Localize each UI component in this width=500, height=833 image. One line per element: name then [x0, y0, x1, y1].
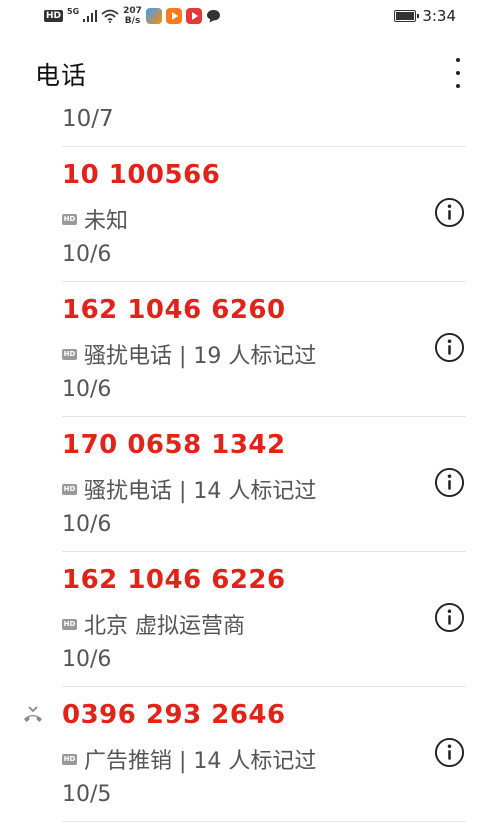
status-bar: HD 5G 207 B/s 3:34: [0, 0, 500, 34]
info-icon[interactable]: [434, 602, 465, 633]
call-label-text: 未知: [84, 209, 129, 234]
info-icon[interactable]: [434, 332, 465, 363]
hd-call-icon: HD: [62, 348, 77, 360]
call-label-text: 骚扰电话 | 14 人标记过: [84, 479, 317, 504]
speed-value: 207: [123, 6, 142, 16]
phone-number: 10 100566: [62, 160, 221, 190]
network-type: 5G: [67, 6, 80, 16]
status-right: 3:34: [394, 7, 456, 25]
call-date: 10/6: [62, 647, 112, 672]
call-label-text: 骚扰电话 | 19 人标记过: [84, 344, 317, 369]
info-icon[interactable]: [434, 467, 465, 498]
battery-icon: [394, 10, 420, 22]
more-dot-icon: [456, 71, 460, 75]
call-date: 10/6: [62, 377, 112, 402]
call-date: 10/6: [62, 242, 112, 267]
call-log-row[interactable]: 170 0658 1342 HD 骚扰电话 | 14 人标记过 10/6: [0, 417, 500, 552]
game-app-icon: [145, 8, 162, 24]
hd-call-icon: HD: [62, 753, 77, 765]
phone-number: 162 1046 6226: [62, 565, 286, 595]
call-date: 10/6: [62, 512, 112, 537]
call-log-row[interactable]: 10 100566 HD 未知 10/6: [0, 147, 500, 282]
status-left: HD 5G 207 B/s: [44, 6, 221, 26]
call-label: HD 骚扰电话 | 14 人标记过: [62, 473, 316, 505]
info-icon[interactable]: [434, 197, 465, 228]
more-dot-icon: [456, 58, 460, 62]
more-dot-icon: [456, 84, 460, 88]
info-icon[interactable]: [434, 737, 465, 768]
message-icon: [206, 10, 220, 23]
network-speed: 207 B/s: [123, 6, 142, 26]
call-label-text: 广告推销 | 14 人标记过: [84, 749, 317, 774]
call-date: 10/7: [62, 106, 114, 132]
speed-unit: B/s: [124, 16, 141, 26]
hd-voice-icon: HD: [44, 10, 64, 22]
call-log-row[interactable]: 162 1046 6226 HD 北京 虚拟运营商 10/6: [0, 552, 500, 687]
clock: 3:34: [422, 7, 456, 25]
call-date: 10/5: [62, 782, 112, 807]
call-log-row[interactable]: 0396 293 2646 HD 广告推销 | 14 人标记过 10/5: [0, 687, 500, 822]
divider: [62, 821, 466, 822]
phone-number: 162 1046 6260: [62, 295, 286, 325]
video-app-icon: [165, 8, 182, 24]
missed-call-icon: [24, 706, 42, 722]
signal-icon: [83, 10, 98, 22]
hd-call-icon: HD: [62, 213, 77, 225]
wifi-icon: [101, 9, 119, 23]
page-title: 电话: [35, 61, 88, 90]
call-label: HD 未知: [62, 203, 128, 235]
call-label: HD 广告推销 | 14 人标记过: [62, 743, 316, 775]
call-label: HD 北京 虚拟运营商: [62, 608, 245, 640]
phone-number: 0396 293 2646: [62, 700, 286, 730]
call-label: HD 骚扰电话 | 19 人标记过: [62, 338, 316, 370]
hd-call-icon: HD: [62, 483, 77, 495]
play-app-icon: [185, 8, 202, 24]
phone-number: 170 0658 1342: [62, 430, 286, 460]
more-options-button[interactable]: [450, 56, 466, 90]
call-log-row[interactable]: 162 1046 6260 HD 骚扰电话 | 19 人标记过 10/6: [0, 282, 500, 417]
call-label-text: 北京 虚拟运营商: [84, 614, 245, 639]
hd-call-icon: HD: [62, 618, 77, 630]
